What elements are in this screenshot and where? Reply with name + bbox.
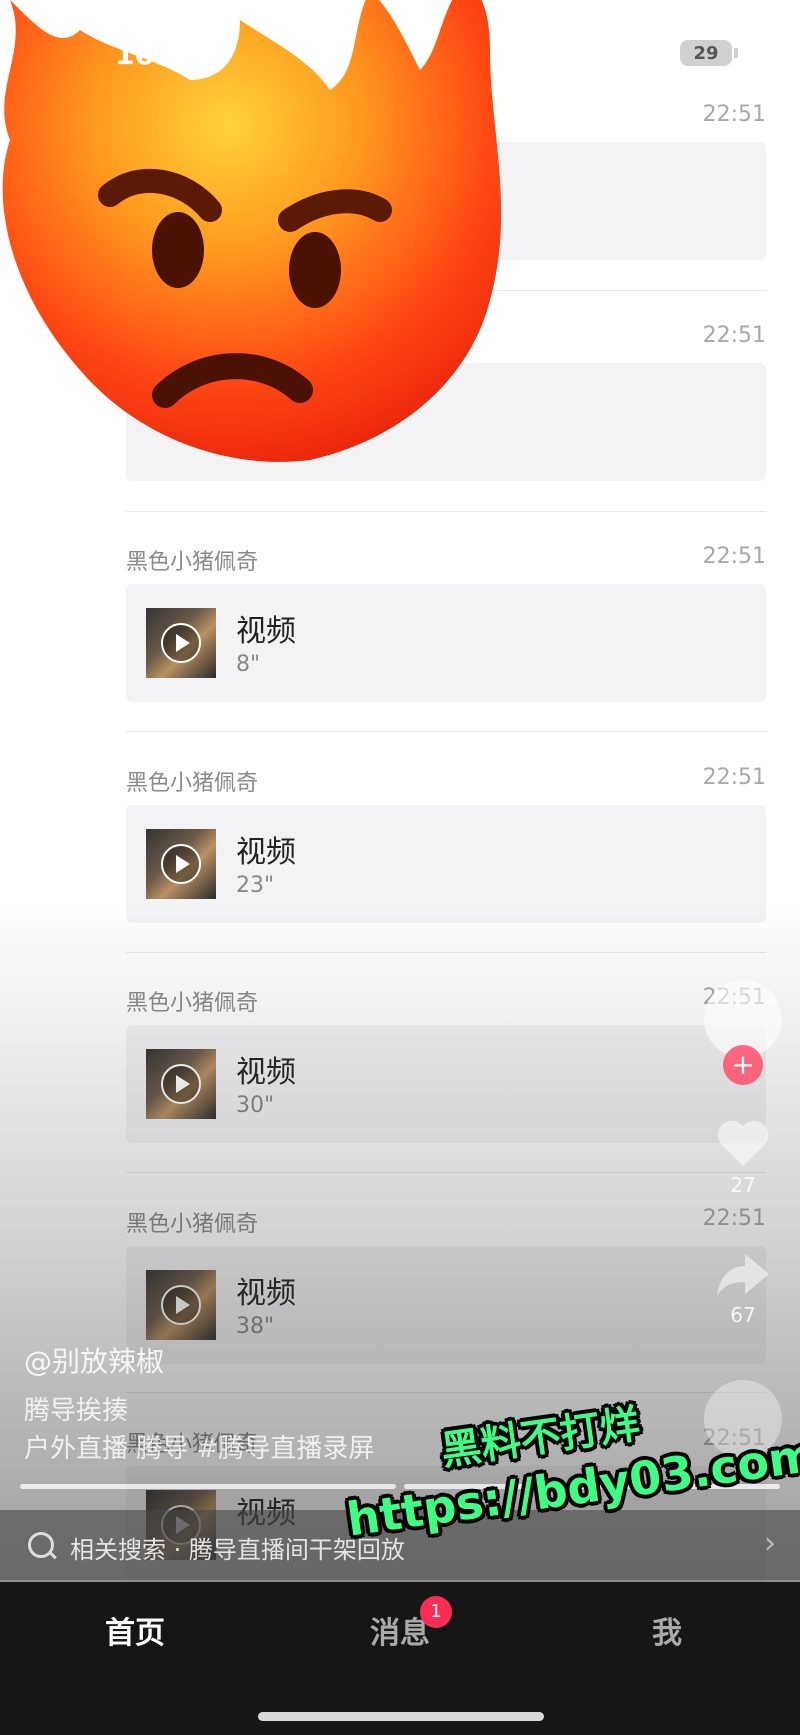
video-card[interactable]: 视频 8" xyxy=(126,584,766,702)
divider xyxy=(126,1392,766,1393)
author-avatar-group[interactable]: + xyxy=(698,980,788,1100)
video-card[interactable]: 视频 23" xyxy=(126,805,766,923)
video-title: 视频 xyxy=(236,614,296,649)
video-duration: 8" xyxy=(236,652,261,677)
video-description: 户外直播 腾导 #腾导直播录屏 xyxy=(24,1434,375,1464)
message-sender: 黑色小猪佩奇 xyxy=(126,991,259,1016)
divider xyxy=(126,731,766,732)
follow-plus-icon[interactable]: + xyxy=(723,1045,763,1085)
message-time: 22:51 xyxy=(702,765,766,790)
home-indicator[interactable] xyxy=(258,1712,544,1721)
video-duration: 23" xyxy=(236,873,275,898)
angry-fire-emoji-icon xyxy=(2,0,502,462)
status-icons: 29 xyxy=(578,40,738,66)
heart-icon xyxy=(717,1120,769,1166)
message-sender: 黑色小猪佩奇 xyxy=(126,550,259,575)
video-title: 视频 xyxy=(236,1055,296,1090)
play-icon xyxy=(161,623,201,663)
message-time: 22:51 xyxy=(702,323,766,348)
like-button[interactable]: 27 xyxy=(698,1118,788,1197)
tab-home[interactable]: 首页 xyxy=(105,1608,165,1652)
video-author[interactable]: @别放辣椒 xyxy=(24,1340,164,1380)
message-sender: 黑色小猪佩奇 xyxy=(126,1212,259,1237)
video-thumbnail[interactable] xyxy=(146,1270,216,1340)
signal-icon xyxy=(578,41,614,65)
play-icon xyxy=(161,844,201,884)
video-title: 视频 xyxy=(236,835,296,870)
message-time: 22:51 xyxy=(702,1206,766,1231)
share-arrow-icon xyxy=(717,1254,769,1296)
message-time: 22:51 xyxy=(702,544,766,569)
video-thumbnail[interactable] xyxy=(146,829,216,899)
play-icon xyxy=(161,1285,201,1325)
status-time: 16:51 xyxy=(115,38,205,71)
video-card[interactable]: 视频 38" xyxy=(126,1246,766,1364)
play-icon xyxy=(161,1064,201,1104)
progress-segment xyxy=(20,1484,396,1489)
tab-me[interactable]: 我 xyxy=(652,1608,682,1652)
video-thumbnail[interactable] xyxy=(146,608,216,678)
divider xyxy=(126,1172,766,1173)
message-time: 22:51 xyxy=(702,102,766,127)
video-card[interactable]: 视频 30" xyxy=(126,1025,766,1143)
unread-badge: 1 xyxy=(420,1596,452,1628)
share-button[interactable]: 67 xyxy=(698,1250,788,1327)
chevron-right-icon: › xyxy=(764,1526,776,1561)
video-duration: 38" xyxy=(236,1314,275,1339)
screen: 16:51 29 22:51 22:51 黑色小猪佩奇 22:51 视频 8" xyxy=(0,0,800,1735)
battery-icon: 29 xyxy=(680,40,738,66)
video-thumbnail[interactable] xyxy=(146,1049,216,1119)
wifi-icon xyxy=(630,41,664,66)
video-title-overlay: 腾导挨揍 xyxy=(24,1396,129,1426)
message-sender: 黑色小猪佩奇 xyxy=(126,771,259,796)
share-count: 67 xyxy=(730,1303,756,1327)
video-title: 视频 xyxy=(236,1276,296,1311)
like-count: 27 xyxy=(730,1173,756,1197)
search-icon xyxy=(28,1532,54,1558)
divider xyxy=(126,952,766,953)
video-duration: 30" xyxy=(236,1093,275,1118)
